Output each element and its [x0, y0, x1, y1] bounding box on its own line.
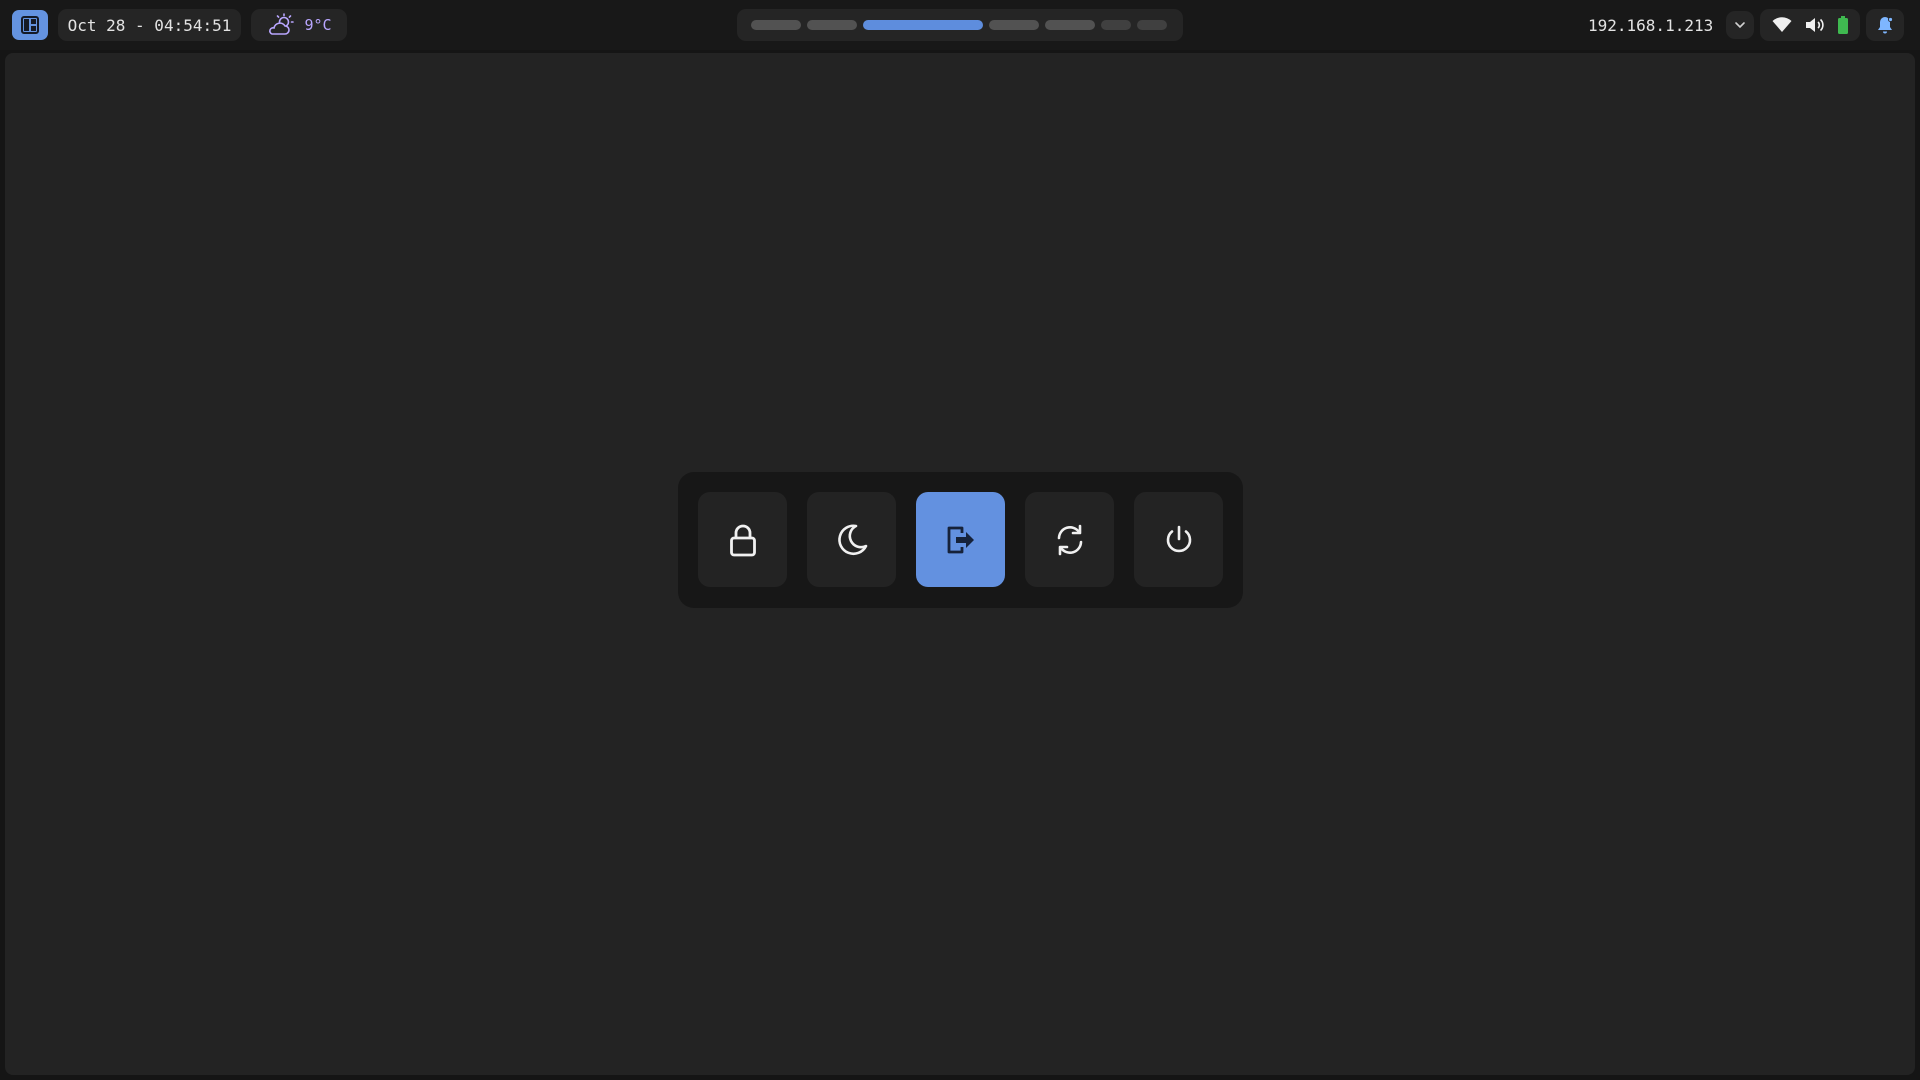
temperature: 9°C [304, 16, 332, 34]
logout-button[interactable] [916, 492, 1005, 587]
workspace-6[interactable] [1101, 20, 1131, 30]
workspace-1[interactable] [751, 20, 801, 30]
tray-toggle-button[interactable] [1726, 11, 1754, 39]
clock[interactable]: Oct 28 - 04:54:51 [58, 9, 241, 41]
status-indicators[interactable] [1760, 9, 1860, 41]
lock-button[interactable] [698, 492, 787, 587]
sidebar-layout-icon [21, 16, 39, 34]
shutdown-button[interactable] [1134, 492, 1223, 587]
power-icon [1166, 525, 1191, 552]
ip-address: 192.168.1.213 [1588, 9, 1713, 41]
bell-icon [1878, 17, 1893, 34]
clock-text: Oct 28 - 04:54:51 [67, 15, 232, 35]
reboot-button[interactable] [1025, 492, 1114, 587]
weather-widget[interactable]: 9°C [251, 9, 347, 41]
ip-address-text: 192.168.1.213 [1588, 15, 1714, 35]
workspace-7[interactable] [1137, 20, 1167, 30]
reboot-icon [1057, 524, 1082, 555]
chevron-down-icon [1735, 22, 1745, 29]
session-menu [678, 472, 1243, 608]
workspace-2[interactable] [807, 20, 857, 30]
partly-cloudy-icon [269, 13, 295, 35]
logout-icon [947, 526, 974, 553]
wifi-icon [1772, 17, 1792, 32]
lock-icon [729, 524, 756, 556]
workspace-5[interactable] [1045, 20, 1095, 30]
volume-icon [1805, 18, 1824, 32]
workspace-4[interactable] [989, 20, 1039, 30]
notifications-button[interactable] [1866, 9, 1904, 41]
battery-icon [1837, 16, 1848, 34]
workspace-switcher [737, 9, 1183, 41]
moon-icon [837, 523, 867, 555]
workspace-3[interactable] [863, 20, 983, 30]
suspend-button[interactable] [807, 492, 896, 587]
top-bar: Oct 28 - 04:54:51 9°C 192.168.1.213 [0, 0, 1920, 50]
app-menu-button[interactable] [12, 10, 48, 40]
